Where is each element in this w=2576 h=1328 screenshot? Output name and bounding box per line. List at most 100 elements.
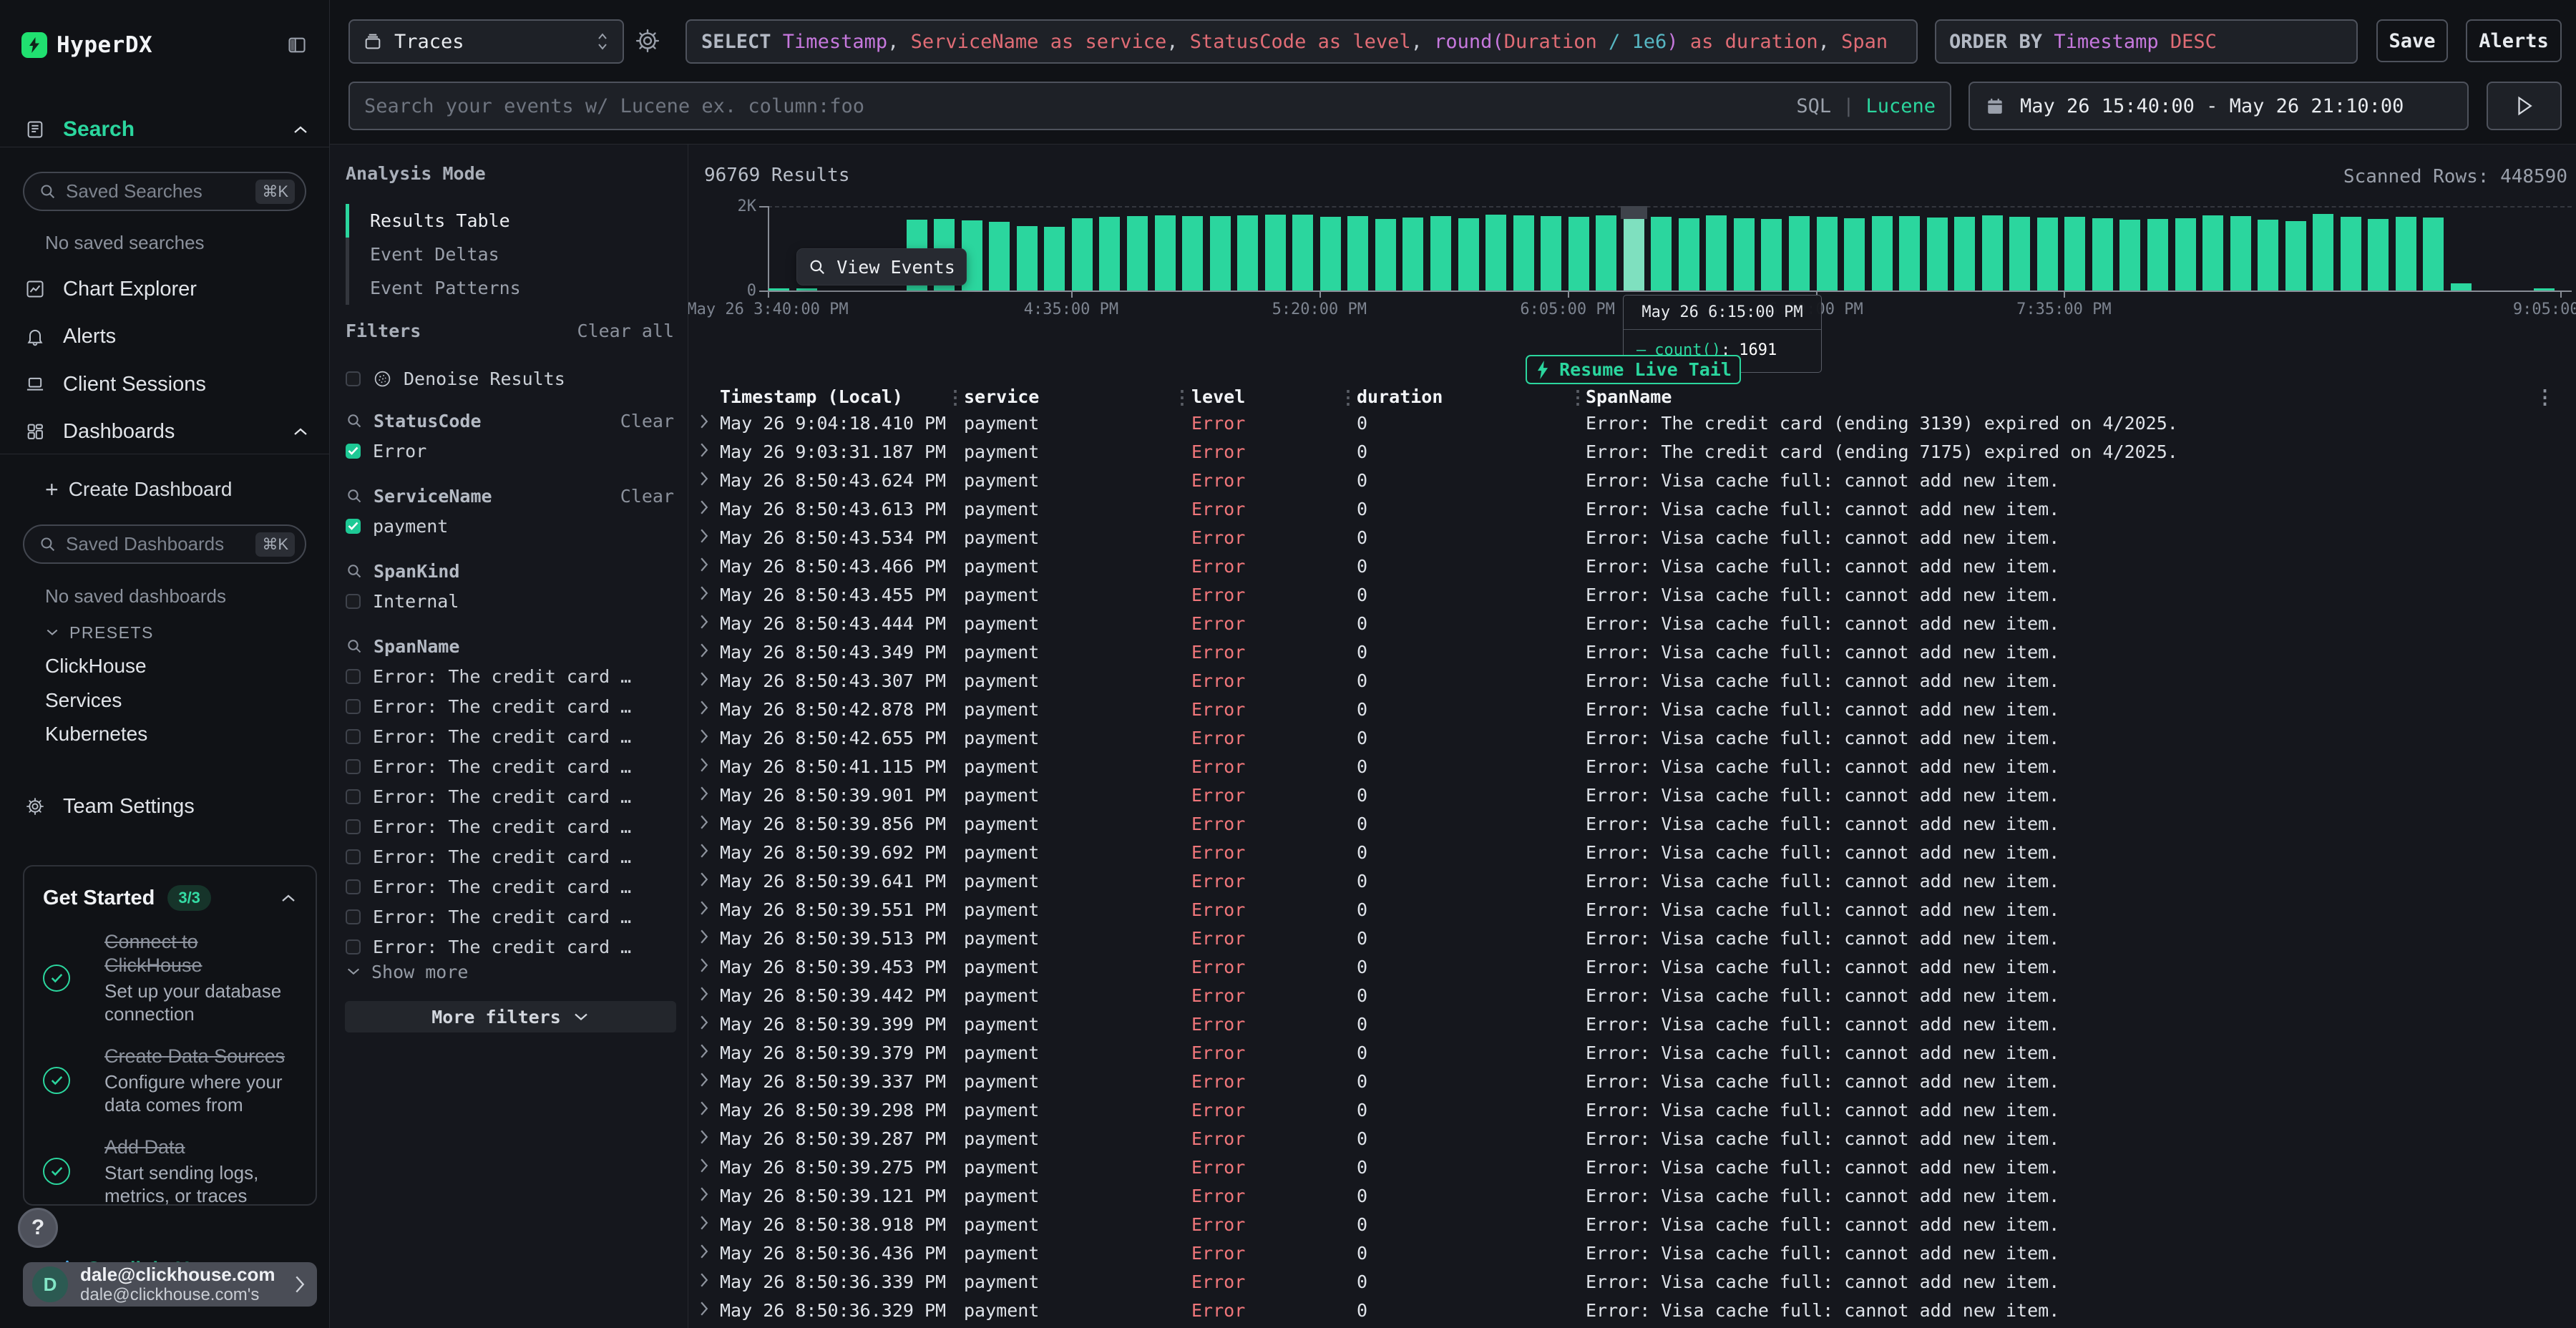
table-row[interactable]: May 26 8:50:39.298 PMpaymentError0Error:… xyxy=(688,1096,2576,1125)
save-button[interactable]: Save xyxy=(2376,19,2448,62)
histogram-bar[interactable] xyxy=(1844,218,1865,290)
presets-toggle[interactable]: PRESETS xyxy=(45,621,154,644)
histogram-bar[interactable] xyxy=(2037,218,2058,290)
table-row[interactable]: May 26 8:50:43.307 PMpaymentError0Error:… xyxy=(688,667,2576,695)
histogram-bar[interactable] xyxy=(2009,217,2030,290)
row-expand-icon[interactable] xyxy=(698,585,711,602)
source-settings-gear-icon[interactable] xyxy=(634,27,661,54)
filter-checkbox[interactable] xyxy=(346,879,361,894)
column-resize-grip[interactable]: ⋮ xyxy=(1568,388,1587,408)
column-header-service[interactable]: service xyxy=(964,386,1039,407)
histogram-bar[interactable] xyxy=(2534,288,2555,290)
table-row[interactable]: May 26 8:50:36.339 PMpaymentError0Error:… xyxy=(688,1268,2576,1297)
table-row[interactable]: May 26 8:50:39.641 PMpaymentError0Error:… xyxy=(688,867,2576,896)
histogram-bar[interactable] xyxy=(1210,216,1231,290)
histogram-bar[interactable] xyxy=(1541,216,1561,290)
get-started-item[interactable]: Connect to ClickHouseSet up your databas… xyxy=(43,930,297,1025)
table-row[interactable]: May 26 8:50:43.624 PMpaymentError0Error:… xyxy=(688,467,2576,495)
histogram-bar[interactable] xyxy=(1347,216,1368,290)
histogram-bar[interactable] xyxy=(2396,217,2416,290)
more-filters-button[interactable]: More filters xyxy=(345,1001,676,1032)
row-expand-icon[interactable] xyxy=(698,928,711,945)
table-row[interactable]: May 26 8:50:36.436 PMpaymentError0Error:… xyxy=(688,1239,2576,1268)
row-expand-icon[interactable] xyxy=(698,899,711,917)
row-expand-icon[interactable] xyxy=(698,613,711,630)
histogram-bar[interactable] xyxy=(2258,220,2278,290)
table-row[interactable]: May 26 8:50:39.287 PMpaymentError0Error:… xyxy=(688,1125,2576,1153)
filter-checkbox[interactable] xyxy=(346,594,361,609)
language-toggle-lucene[interactable]: Lucene xyxy=(1865,95,1936,117)
table-row[interactable]: May 26 8:50:39.901 PMpaymentError0Error:… xyxy=(688,781,2576,810)
saved-dashboards-input[interactable] xyxy=(66,533,255,555)
column-header-level[interactable]: level xyxy=(1191,386,1245,407)
row-expand-icon[interactable] xyxy=(698,814,711,831)
table-row[interactable]: May 26 8:50:39.399 PMpaymentError0Error:… xyxy=(688,1010,2576,1039)
denoise-checkbox[interactable] xyxy=(346,371,361,386)
view-events-button[interactable]: View Events xyxy=(796,248,967,285)
row-expand-icon[interactable] xyxy=(698,1157,711,1174)
sidebar-item-kubernetes[interactable]: Kubernetes xyxy=(45,720,147,748)
row-expand-icon[interactable] xyxy=(698,957,711,974)
histogram-bar[interactable] xyxy=(1817,217,1838,290)
row-expand-icon[interactable] xyxy=(698,728,711,745)
row-expand-icon[interactable] xyxy=(698,1243,711,1260)
sidebar-item-team-settings[interactable]: Team Settings xyxy=(25,791,309,822)
histogram-bar[interactable] xyxy=(1927,218,1948,290)
column-header-timestamp-local-[interactable]: Timestamp (Local) xyxy=(720,386,903,407)
table-row[interactable]: May 26 8:50:39.275 PMpaymentError0Error:… xyxy=(688,1153,2576,1182)
table-row[interactable]: May 26 8:50:39.551 PMpaymentError0Error:… xyxy=(688,896,2576,924)
row-expand-icon[interactable] xyxy=(698,670,711,688)
histogram-bar[interactable] xyxy=(1513,215,1534,290)
histogram-bar[interactable] xyxy=(2092,218,2113,290)
sidebar-item-client-sessions[interactable]: Client Sessions xyxy=(25,368,309,400)
table-row[interactable]: May 26 8:50:39.692 PMpaymentError0Error:… xyxy=(688,839,2576,867)
histogram-bar[interactable] xyxy=(1237,215,1258,290)
row-expand-icon[interactable] xyxy=(698,499,711,516)
histogram-bar[interactable] xyxy=(1292,215,1313,290)
filter-checkbox[interactable] xyxy=(346,444,361,459)
filter-checkbox[interactable] xyxy=(346,519,361,534)
table-row[interactable]: May 26 8:50:39.513 PMpaymentError0Error:… xyxy=(688,924,2576,953)
filter-option-row[interactable]: Error: The credit card … xyxy=(346,932,676,962)
table-row[interactable]: May 26 9:04:18.410 PMpaymentError0Error:… xyxy=(688,409,2576,438)
sidebar-item-services[interactable]: Services xyxy=(45,686,122,715)
histogram-bar[interactable] xyxy=(1430,216,1451,290)
user-menu[interactable]: D dale@clickhouse.com dale@clickhouse.co… xyxy=(23,1262,317,1307)
table-row[interactable]: May 26 8:50:43.466 PMpaymentError0Error:… xyxy=(688,552,2576,581)
filter-option-row[interactable]: Error: The credit card … xyxy=(346,841,676,872)
histogram-bar[interactable] xyxy=(1761,219,1782,290)
row-expand-icon[interactable] xyxy=(698,1186,711,1203)
filter-checkbox[interactable] xyxy=(346,759,361,774)
facet-clear-link[interactable]: Clear xyxy=(620,486,676,507)
histogram-bar[interactable] xyxy=(1265,215,1286,290)
histogram-bar[interactable] xyxy=(989,222,1010,290)
denoise-results-row[interactable]: Denoise Results xyxy=(346,363,676,394)
histogram-bar[interactable] xyxy=(1789,216,1810,290)
row-expand-icon[interactable] xyxy=(698,556,711,573)
order-by-editor[interactable]: ORDER BY Timestamp DESC xyxy=(1935,19,2358,64)
filter-checkbox[interactable] xyxy=(346,939,361,954)
filter-checkbox[interactable] xyxy=(346,729,361,744)
histogram-bar[interactable] xyxy=(1624,219,1644,290)
sidebar-collapse-icon[interactable] xyxy=(286,35,308,55)
filter-option-row[interactable]: Error xyxy=(346,436,676,466)
filter-option-row[interactable]: payment xyxy=(346,511,676,541)
language-toggle-sql[interactable]: SQL xyxy=(1796,95,1831,117)
histogram-bar[interactable] xyxy=(796,288,817,290)
histogram-bar[interactable] xyxy=(1899,216,1920,290)
analysis-mode-results-table[interactable]: Results Table xyxy=(346,204,673,238)
table-row[interactable]: May 26 8:50:39.442 PMpaymentError0Error:… xyxy=(688,982,2576,1010)
histogram-bar[interactable] xyxy=(2423,218,2444,290)
row-expand-icon[interactable] xyxy=(698,527,711,545)
row-expand-icon[interactable] xyxy=(698,699,711,716)
histogram-bar[interactable] xyxy=(1458,218,1479,290)
alerts-button[interactable]: Alerts xyxy=(2466,19,2562,62)
sidebar-item-clickhouse[interactable]: ClickHouse xyxy=(45,652,147,680)
histogram-bar[interactable] xyxy=(2451,283,2472,290)
histogram-bar[interactable] xyxy=(1072,218,1093,290)
saved-searches-input[interactable] xyxy=(66,180,255,202)
histogram-bar[interactable] xyxy=(1679,218,1699,290)
histogram-bar[interactable] xyxy=(1872,216,1893,290)
filter-option-row[interactable]: Error: The credit card … xyxy=(346,721,676,751)
table-row[interactable]: May 26 8:50:43.613 PMpaymentError0Error:… xyxy=(688,495,2576,524)
